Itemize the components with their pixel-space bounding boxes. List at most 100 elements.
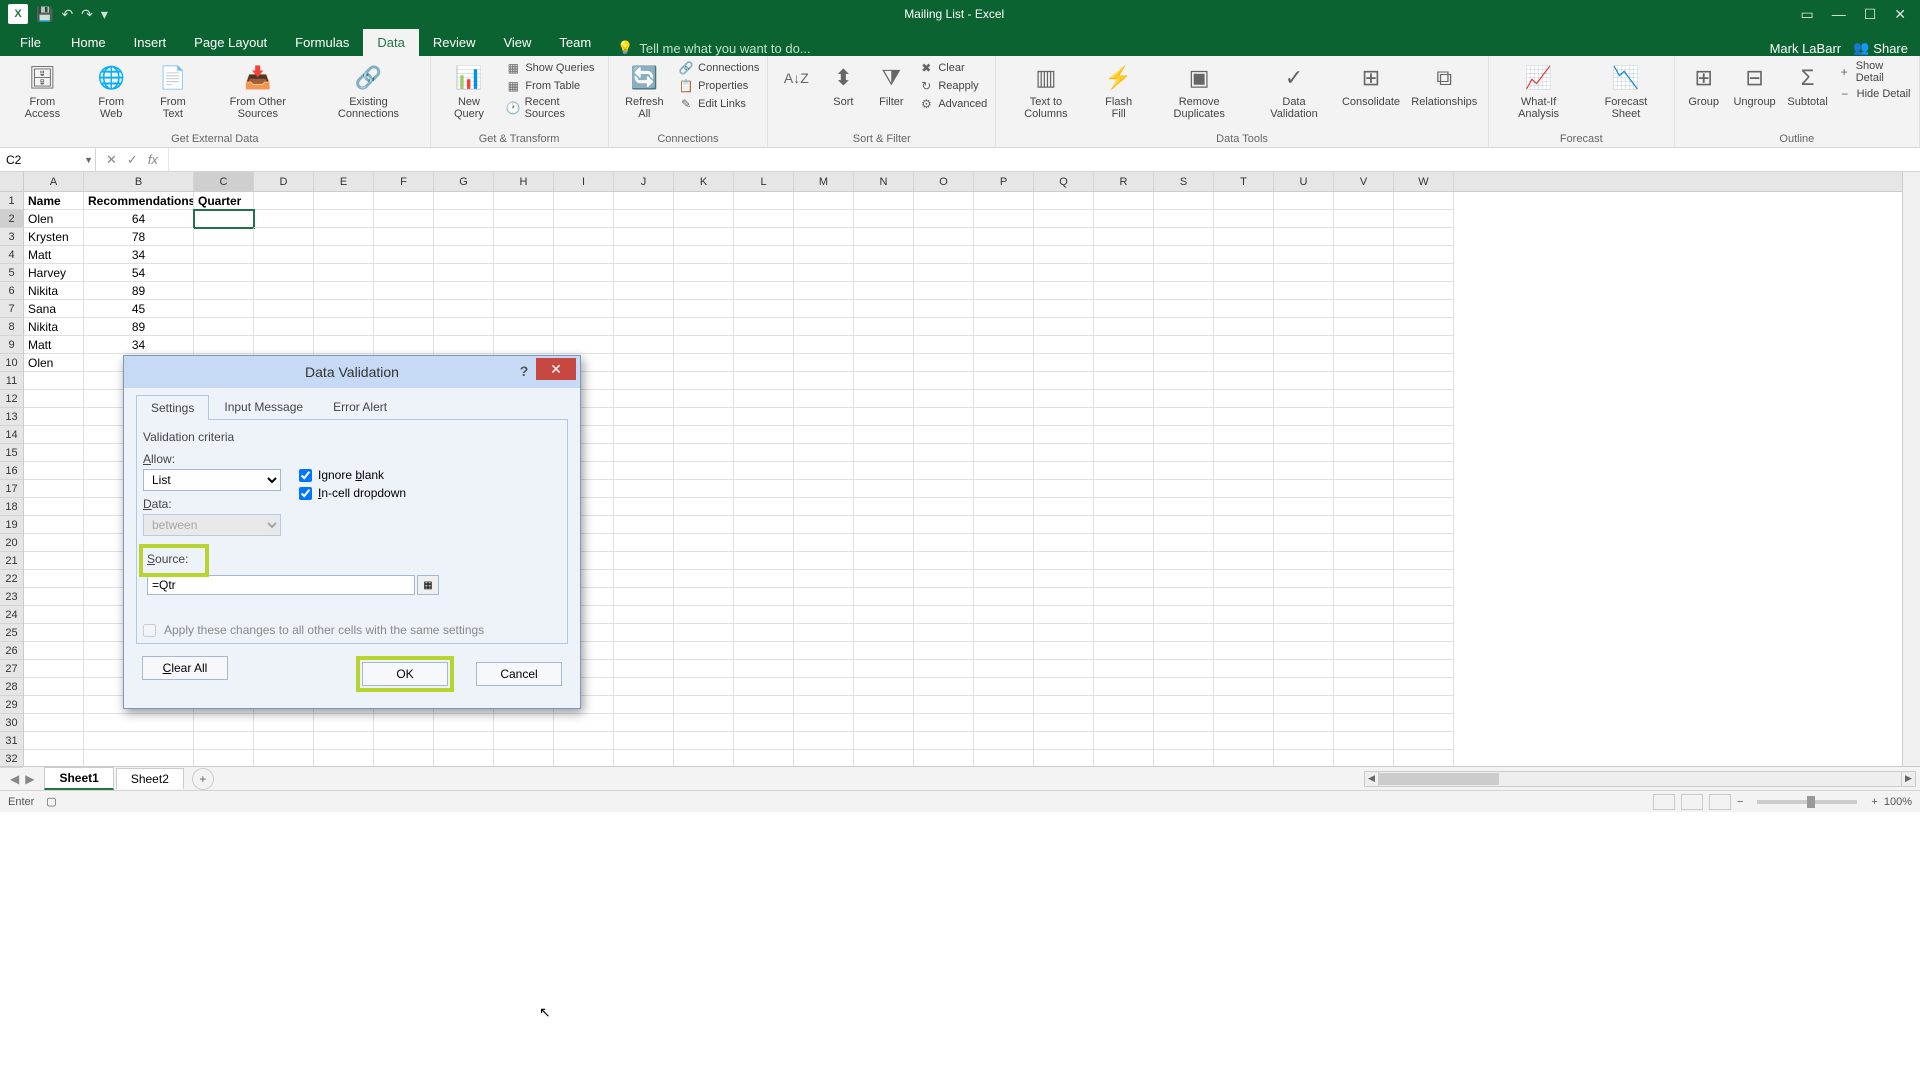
- cell[interactable]: [1394, 264, 1454, 282]
- cell[interactable]: 34: [84, 246, 194, 264]
- cell[interactable]: [974, 642, 1034, 660]
- cell[interactable]: [1214, 714, 1274, 732]
- cell[interactable]: [24, 390, 84, 408]
- dialog-title-bar[interactable]: Data Validation ? ✕: [124, 356, 580, 388]
- cell[interactable]: [794, 480, 854, 498]
- cell[interactable]: [974, 552, 1034, 570]
- share-button[interactable]: 👥 Share: [1853, 40, 1908, 56]
- cell[interactable]: [914, 444, 974, 462]
- cell[interactable]: [1034, 372, 1094, 390]
- cell[interactable]: [1394, 534, 1454, 552]
- cell[interactable]: [254, 732, 314, 750]
- cell[interactable]: [614, 498, 674, 516]
- cell[interactable]: [1034, 354, 1094, 372]
- cell[interactable]: [1034, 678, 1094, 696]
- cell[interactable]: [1214, 552, 1274, 570]
- cell[interactable]: [734, 264, 794, 282]
- row-header[interactable]: 6: [0, 282, 23, 300]
- cell[interactable]: [554, 336, 614, 354]
- cell[interactable]: [614, 750, 674, 766]
- cell[interactable]: [554, 228, 614, 246]
- cell[interactable]: [734, 552, 794, 570]
- tab-home[interactable]: Home: [57, 29, 120, 56]
- source-input[interactable]: [147, 575, 415, 595]
- row-header[interactable]: 19: [0, 516, 23, 534]
- cell[interactable]: [614, 192, 674, 210]
- cell[interactable]: [1034, 696, 1094, 714]
- cell[interactable]: [194, 714, 254, 732]
- cell[interactable]: [1034, 336, 1094, 354]
- cell[interactable]: [1094, 354, 1154, 372]
- column-header[interactable]: T: [1214, 172, 1274, 191]
- cell[interactable]: [194, 228, 254, 246]
- cell[interactable]: [1154, 192, 1214, 210]
- cell[interactable]: [794, 192, 854, 210]
- data-validation-button[interactable]: ✓Data Validation: [1255, 60, 1333, 122]
- cell[interactable]: [914, 318, 974, 336]
- cell[interactable]: [374, 732, 434, 750]
- cell[interactable]: [1274, 570, 1334, 588]
- cell[interactable]: [1034, 624, 1094, 642]
- cell[interactable]: [374, 264, 434, 282]
- zoom-out-button[interactable]: −: [1737, 796, 1743, 808]
- from-text-button[interactable]: 📄From Text: [146, 60, 201, 122]
- cell[interactable]: [614, 732, 674, 750]
- cell[interactable]: [674, 498, 734, 516]
- what-if-button[interactable]: 📈What-If Analysis: [1497, 60, 1580, 122]
- cell[interactable]: [734, 372, 794, 390]
- cell[interactable]: [674, 552, 734, 570]
- cell[interactable]: [1094, 246, 1154, 264]
- cell[interactable]: [1394, 552, 1454, 570]
- cell[interactable]: [854, 642, 914, 660]
- cell[interactable]: [1154, 534, 1214, 552]
- cell[interactable]: [794, 678, 854, 696]
- cell[interactable]: Krysten: [24, 228, 84, 246]
- name-box[interactable]: C2▼: [0, 148, 96, 171]
- cell[interactable]: [734, 750, 794, 766]
- cell[interactable]: [254, 300, 314, 318]
- cell[interactable]: [734, 678, 794, 696]
- cell[interactable]: [1394, 300, 1454, 318]
- cell[interactable]: [1394, 678, 1454, 696]
- cell[interactable]: [24, 408, 84, 426]
- cell[interactable]: [794, 750, 854, 766]
- cell[interactable]: [674, 246, 734, 264]
- cell[interactable]: [794, 588, 854, 606]
- row-header[interactable]: 17: [0, 480, 23, 498]
- sheet-tab-2[interactable]: Sheet2: [116, 768, 184, 789]
- cell[interactable]: [614, 552, 674, 570]
- row-header[interactable]: 11: [0, 372, 23, 390]
- cell[interactable]: [914, 714, 974, 732]
- column-header[interactable]: H: [494, 172, 554, 191]
- cell[interactable]: [24, 480, 84, 498]
- cell[interactable]: Olen: [24, 210, 84, 228]
- cell[interactable]: [1334, 372, 1394, 390]
- existing-connections-button[interactable]: 🔗Existing Connections: [315, 60, 421, 122]
- cell[interactable]: [854, 462, 914, 480]
- column-header[interactable]: U: [1274, 172, 1334, 191]
- cell[interactable]: [1394, 462, 1454, 480]
- cell[interactable]: [974, 246, 1034, 264]
- cell[interactable]: [1034, 318, 1094, 336]
- cell[interactable]: [1154, 246, 1214, 264]
- cell[interactable]: [494, 318, 554, 336]
- cell[interactable]: [1094, 570, 1154, 588]
- ribbon-options-icon[interactable]: ▭: [1800, 6, 1813, 23]
- cell[interactable]: Matt: [24, 336, 84, 354]
- macro-record-icon[interactable]: ▢: [46, 795, 56, 808]
- cell[interactable]: [1034, 534, 1094, 552]
- cell[interactable]: [1394, 282, 1454, 300]
- cell[interactable]: 45: [84, 300, 194, 318]
- next-sheet-icon[interactable]: ▶: [25, 772, 34, 786]
- cell[interactable]: [794, 426, 854, 444]
- cell[interactable]: [854, 426, 914, 444]
- cell[interactable]: [614, 534, 674, 552]
- cell[interactable]: [614, 372, 674, 390]
- cell[interactable]: [674, 390, 734, 408]
- cell[interactable]: [1274, 660, 1334, 678]
- cell[interactable]: [494, 336, 554, 354]
- cell[interactable]: [974, 300, 1034, 318]
- cell[interactable]: [914, 606, 974, 624]
- cell[interactable]: [614, 354, 674, 372]
- cell[interactable]: [554, 714, 614, 732]
